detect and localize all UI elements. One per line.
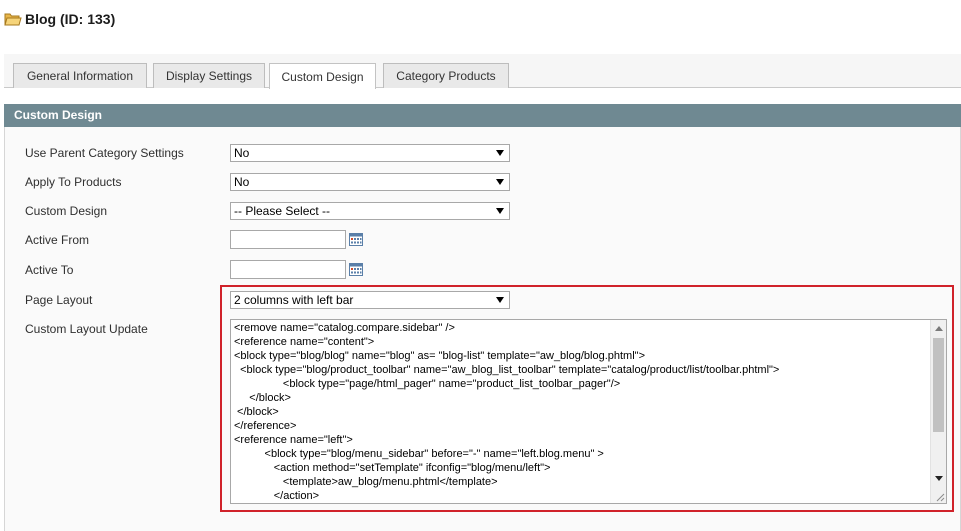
chevron-down-icon (496, 208, 504, 214)
section-header: Custom Design (4, 104, 961, 127)
page-header: Blog (ID: 133) (4, 8, 115, 30)
tab-general-information[interactable]: General Information (13, 63, 147, 88)
page-layout-label: Page Layout (25, 293, 93, 307)
folder-icon (4, 11, 22, 27)
scroll-up-arrow-icon[interactable] (935, 326, 943, 331)
page-layout-value: 2 columns with left bar (234, 293, 354, 307)
custom-design-select[interactable]: -- Please Select -- (230, 202, 510, 220)
scroll-thumb[interactable] (933, 338, 944, 432)
custom-design-label: Custom Design (25, 204, 108, 218)
custom-design-value: -- Please Select -- (234, 204, 331, 218)
active-from-label: Active From (25, 233, 90, 247)
resize-grip-icon[interactable] (933, 490, 945, 502)
tabs-bar: General Information Display Settings Cus… (4, 54, 961, 89)
custom-layout-update-label: Custom Layout Update (25, 322, 148, 336)
chevron-down-icon (496, 297, 504, 303)
custom-layout-update-textarea[interactable]: <remove name="catalog.compare.sidebar" /… (230, 319, 947, 504)
tab-display-settings[interactable]: Display Settings (153, 63, 265, 88)
page-layout-select[interactable]: 2 columns with left bar (230, 291, 510, 309)
chevron-down-icon (496, 150, 504, 156)
scroll-down-arrow-icon[interactable] (935, 476, 943, 481)
active-to-label: Active To (25, 263, 74, 277)
textarea-scrollbar[interactable] (930, 320, 946, 503)
active-to-input[interactable] (230, 260, 346, 279)
apply-to-products-select[interactable]: No (230, 173, 510, 191)
apply-to-products-label: Apply To Products (25, 175, 122, 189)
section-title: Custom Design (14, 108, 103, 122)
use-parent-value: No (234, 146, 250, 160)
use-parent-label: Use Parent Category Settings (25, 146, 184, 160)
chevron-down-icon (496, 179, 504, 185)
tab-custom-design[interactable]: Custom Design (269, 63, 376, 89)
calendar-icon[interactable] (349, 233, 363, 246)
page-title: Blog (ID: 133) (25, 11, 116, 27)
calendar-icon[interactable] (349, 263, 363, 276)
use-parent-select[interactable]: No (230, 144, 510, 162)
tab-category-products[interactable]: Category Products (383, 63, 509, 88)
apply-to-products-value: No (234, 175, 250, 189)
active-from-input[interactable] (230, 230, 346, 249)
custom-layout-update-content[interactable]: <remove name="catalog.compare.sidebar" /… (231, 320, 946, 503)
